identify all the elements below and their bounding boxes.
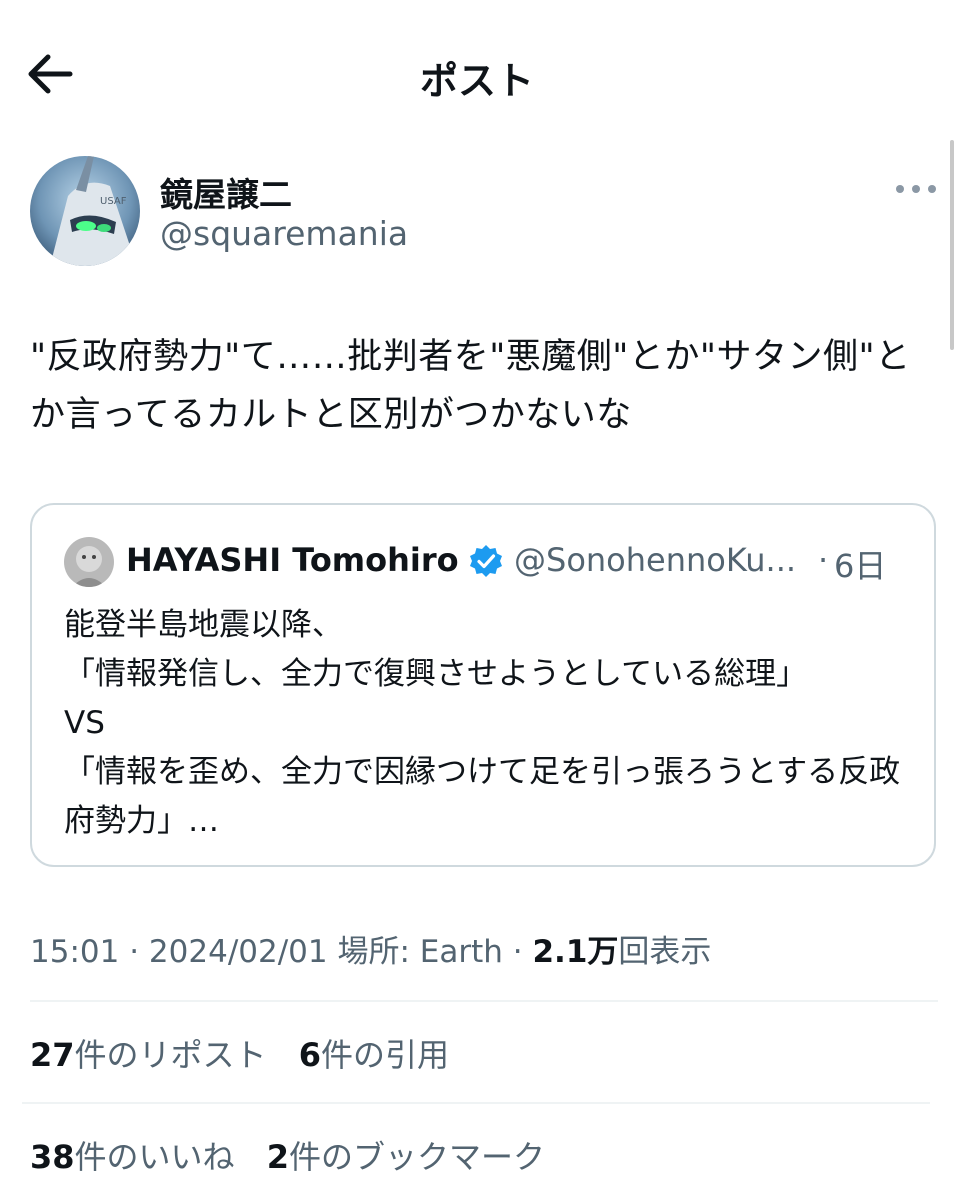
quotes-label: 件の引用 bbox=[320, 1036, 449, 1074]
bookmarks-stat[interactable]: 2件のブックマーク bbox=[267, 1132, 545, 1178]
more-horizontal-icon bbox=[896, 185, 936, 193]
meta-separator: · bbox=[512, 934, 523, 970]
post-metadata: 15:01 · 2024/02/01 場所: Earth · 2.1万回表示 bbox=[30, 926, 711, 971]
reposts-stat[interactable]: 27件のリポスト bbox=[30, 1030, 267, 1076]
quote-separator: · bbox=[818, 541, 829, 579]
likes-stat[interactable]: 38件のいいね bbox=[30, 1132, 235, 1178]
stats-row-reposts: 27件のリポスト 6件の引用 bbox=[30, 1030, 471, 1076]
top-bar: ポスト bbox=[0, 0, 954, 140]
quote-author-avatar[interactable] bbox=[64, 537, 114, 587]
verified-badge-icon bbox=[470, 545, 502, 577]
views-label: 回表示 bbox=[618, 934, 712, 970]
divider bbox=[30, 1000, 938, 1002]
page-title: ポスト bbox=[419, 59, 534, 103]
more-options-button[interactable] bbox=[892, 176, 940, 202]
quote-author-name[interactable]: HAYASHI Tomohiro bbox=[126, 541, 459, 579]
views-count: 2.1万 bbox=[532, 934, 619, 970]
likes-count: 38 bbox=[30, 1138, 75, 1176]
bookmarks-count: 2 bbox=[266, 1138, 289, 1176]
scroll-indicator[interactable] bbox=[950, 140, 954, 350]
svg-text:USAF: USAF bbox=[100, 196, 127, 207]
bookmarks-label: 件のブックマーク bbox=[288, 1138, 545, 1176]
post-location: 場所: Earth bbox=[337, 934, 503, 970]
reposts-label: 件のリポスト bbox=[74, 1036, 267, 1074]
divider bbox=[22, 1102, 930, 1104]
post-date[interactable]: 2024/02/01 bbox=[149, 934, 328, 970]
avatar-image: USAF bbox=[30, 156, 140, 266]
quote-timestamp[interactable]: 6日 bbox=[834, 541, 886, 587]
reposts-count: 27 bbox=[30, 1036, 75, 1074]
quotes-count: 6 bbox=[298, 1036, 321, 1074]
quote-text: 能登半島地震以降、 「情報発信し、全力で復興させようとしている総理」 VS 「情… bbox=[64, 607, 901, 839]
author-handle[interactable]: @squaremania bbox=[160, 214, 408, 253]
post-text: "反政府勢力"て……批判者を"悪魔側"とか"サタン側"とか言ってるカルトと区別が… bbox=[30, 337, 911, 435]
meta-separator: · bbox=[129, 934, 140, 970]
quote-avatar-image bbox=[64, 537, 114, 587]
quoted-post-card[interactable]: HAYASHI Tomohiro @SonohennoKu... · 6日 能登… bbox=[30, 503, 936, 867]
quote-author-handle[interactable]: @SonohennoKu... bbox=[514, 541, 814, 579]
post-time[interactable]: 15:01 bbox=[30, 934, 119, 970]
likes-label: 件のいいね bbox=[74, 1138, 235, 1176]
stats-row-likes: 38件のいいね 2件のブックマーク bbox=[30, 1132, 567, 1178]
author-display-name[interactable]: 鏡屋譲二 bbox=[160, 168, 292, 216]
quotes-stat[interactable]: 6件の引用 bbox=[299, 1030, 449, 1076]
author-avatar[interactable]: USAF bbox=[30, 156, 140, 266]
